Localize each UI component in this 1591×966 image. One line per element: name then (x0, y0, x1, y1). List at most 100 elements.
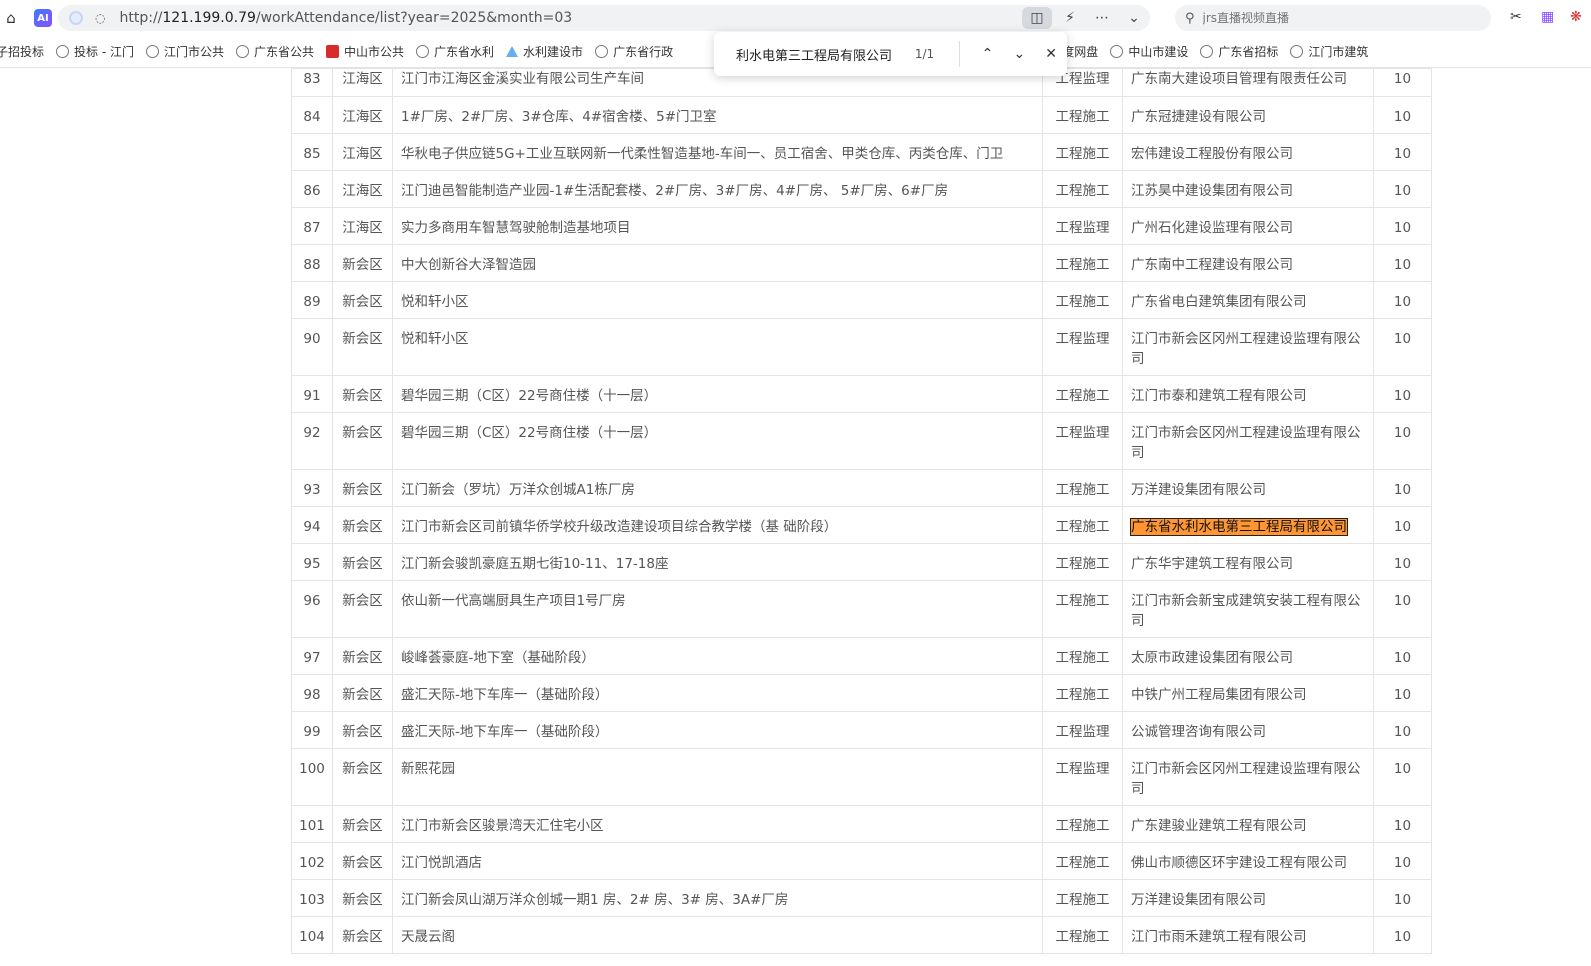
bookmark-label: 广东省行政 (613, 45, 674, 59)
attendance-table: 83 江海区 江门市江海区金溪实业有限公司生产车间 工程监理 广东南大建设项目管理有限责… (291, 68, 1432, 954)
row-company: 广东省水利水电第三工程局有限公司 (1122, 506, 1374, 544)
bookmark-label: 广东省招标 (1218, 45, 1279, 59)
row-number: 103 (291, 879, 333, 917)
bookmark-label: 中山市公共 (344, 45, 405, 59)
address-tools: ◫ ⚡ ⋯ ⌄ (1022, 5, 1150, 31)
row-number: 95 (291, 543, 333, 581)
bookmark-item[interactable]: 投标 - 江门 (56, 43, 134, 60)
find-in-page-icon[interactable]: ◫ (1022, 7, 1052, 29)
row-number: 89 (291, 281, 333, 319)
row-number: 88 (291, 244, 333, 282)
find-previous-icon[interactable]: ⌃ (972, 46, 1004, 62)
row-district: 新会区 (332, 412, 393, 470)
row-type: 工程施工 (1042, 916, 1123, 954)
row-days: 10 (1373, 207, 1432, 245)
row-district: 江海区 (332, 68, 393, 97)
bookmark-item[interactable]: 广东省行政 (595, 43, 673, 60)
row-type: 工程施工 (1042, 543, 1123, 581)
translate-icon[interactable]: ▦ (1541, 9, 1554, 25)
row-number: 85 (291, 133, 333, 171)
bookmark-label: 子招投标 (0, 45, 45, 59)
row-number: 86 (291, 170, 333, 208)
bookmark-item[interactable]: 江门市建筑 (1290, 43, 1368, 60)
find-query[interactable]: 利水电第三工程局有限公司 (736, 45, 915, 64)
table-row: 98 新会区 盛汇天际-地下车库一（基础阶段） 工程施工 中铁广州工程局集团有限公司 10 (291, 674, 1432, 712)
bookmark-item[interactable]: 中山市公共 (326, 43, 404, 60)
globe-icon (416, 45, 430, 58)
row-project: 峻峰荟豪庭-地下室（基础阶段） (392, 637, 1043, 675)
table-row: 96 新会区 依山新一代高端厨具生产项目1号厂房 工程施工 江门市新会新宝成建筑安装工程… (291, 580, 1432, 638)
find-close-icon[interactable]: ✕ (1035, 46, 1067, 62)
row-project: 悦和轩小区 (392, 318, 1043, 376)
row-number: 92 (291, 412, 333, 470)
row-days: 10 (1373, 68, 1432, 97)
row-district: 新会区 (332, 469, 393, 507)
table-row: 85 江海区 华秋电子供应链5G+工业互联网新一代柔性智造基地-车间一、员工宿舍、甲… (291, 133, 1432, 171)
row-company: 江门市新会区冈州工程建设监理有限公司 (1122, 318, 1374, 376)
browser-toolbar: ⌂ AI ◌ http://121.199.0.79/workAttendanc… (0, 0, 1591, 36)
row-number: 87 (291, 207, 333, 245)
bookmark-item[interactable]: 广东省招标 (1200, 43, 1278, 60)
chevron-down-icon[interactable]: ⌄ (1118, 10, 1150, 26)
row-type: 工程施工 (1042, 281, 1123, 319)
search-box[interactable]: ⚲ (1175, 5, 1491, 31)
row-company: 广东南大建设项目管理有限责任公司 (1122, 68, 1374, 97)
bookmark-item[interactable]: 广东省公共 (236, 43, 314, 60)
row-company: 广东南中工程建设有限公司 (1122, 244, 1374, 282)
table-row: 92 新会区 碧华园三期（C区）22号商住楼（十一层） 工程监理 江门市新会区冈州工程建… (291, 412, 1432, 470)
table-row: 86 江海区 江门迪邑智能制造产业园-1#生活配套楼、2#厂房、3#厂房、4#厂房、… (291, 170, 1432, 208)
insecure-connection-icon[interactable]: ◌ (95, 11, 105, 25)
row-type: 工程监理 (1042, 412, 1123, 470)
table-row: 84 江海区 1#厂房、2#厂房、3#仓库、4#宿舍楼、5#门卫室 工程施工 广东冠捷建… (291, 96, 1432, 134)
table-row: 101 新会区 江门市新会区骏景湾天汇住宅小区 工程施工 广东建骏业建筑工程有限公司 10 (291, 805, 1432, 843)
bookmark-item[interactable]: 江门市公共 (145, 43, 224, 60)
site-info-icon[interactable] (69, 11, 83, 25)
table-row: 94 新会区 江门市新会区司前镇华侨学校升级改造建设项目综合教学楼（基 础阶段） 工程… (291, 506, 1432, 544)
row-project: 依山新一代高端厨具生产项目1号厂房 (392, 580, 1043, 638)
row-days: 10 (1373, 244, 1432, 282)
search-input[interactable] (1202, 11, 1473, 25)
find-divider (958, 41, 960, 67)
row-number: 94 (291, 506, 333, 544)
bookmark-item[interactable]: 子招投标 (0, 43, 44, 60)
scissors-icon[interactable]: ✂ (1510, 9, 1522, 25)
row-number: 97 (291, 637, 333, 675)
row-project: 1#厂房、2#厂房、3#仓库、4#宿舍楼、5#门卫室 (392, 96, 1043, 134)
row-company: 广东华宇建筑工程有限公司 (1122, 543, 1374, 581)
row-district: 新会区 (332, 711, 393, 749)
row-company: 佛山市顺德区环宇建设工程有限公司 (1122, 842, 1374, 880)
row-days: 10 (1373, 842, 1432, 880)
bookmark-item[interactable]: 广东省水利 (416, 43, 494, 60)
row-company: 江门市新会区冈州工程建设监理有限公司 (1122, 748, 1374, 806)
row-days: 10 (1373, 318, 1432, 376)
bookmark-item[interactable]: 水利建设市 (506, 43, 583, 60)
url-text[interactable]: http://121.199.0.79/workAttendance/list?… (119, 10, 572, 26)
globe-icon (145, 45, 159, 58)
row-district: 江海区 (332, 170, 393, 208)
home-icon[interactable]: ⌂ (0, 7, 22, 29)
row-type: 工程监理 (1042, 318, 1123, 376)
address-bar[interactable]: ◌ http://121.199.0.79/workAttendance/lis… (58, 5, 1150, 31)
row-project: 实力多商用车智慧驾驶舱制造基地项目 (392, 207, 1043, 245)
globe-icon (236, 45, 249, 58)
row-days: 10 (1373, 543, 1432, 581)
table-row: 99 新会区 盛汇天际-地下车库一（基础阶段） 工程监理 公诚管理咨询有限公司 10 (291, 711, 1432, 749)
lightning-icon[interactable]: ⚡ (1054, 10, 1086, 26)
row-number: 83 (291, 68, 333, 97)
row-number: 101 (291, 805, 333, 843)
row-district: 新会区 (332, 748, 393, 806)
extension-icon[interactable]: ❋ (1570, 9, 1582, 25)
row-company: 中铁广州工程局集团有限公司 (1122, 674, 1374, 712)
row-type: 工程施工 (1042, 170, 1123, 208)
more-icon[interactable]: ⋯ (1086, 10, 1118, 26)
row-project: 江门悦凯酒店 (392, 842, 1043, 880)
row-company: 万洋建设集团有限公司 (1122, 879, 1374, 917)
bookmark-item[interactable]: 中山市建设 (1110, 43, 1188, 60)
row-type: 工程施工 (1042, 244, 1123, 282)
find-next-icon[interactable]: ⌄ (1003, 46, 1035, 62)
row-days: 10 (1373, 469, 1432, 507)
row-type: 工程监理 (1042, 207, 1123, 245)
row-company: 公诚管理咨询有限公司 (1122, 711, 1374, 749)
row-district: 新会区 (332, 281, 393, 319)
ai-assistant-icon[interactable]: AI (34, 9, 52, 27)
